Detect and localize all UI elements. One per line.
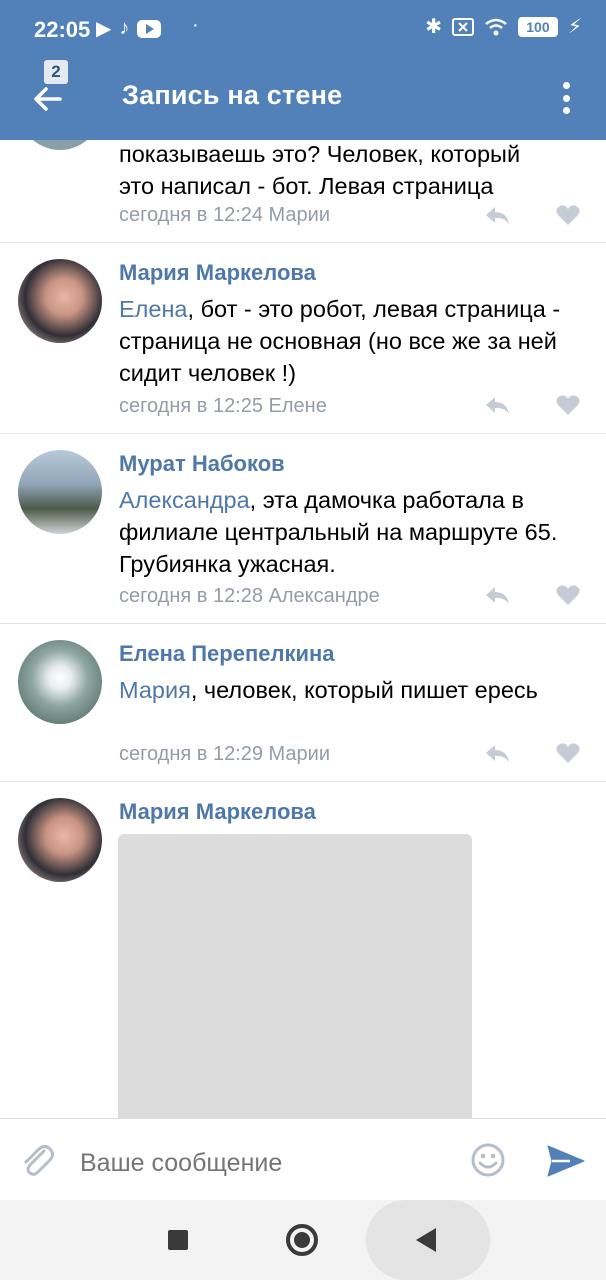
message-composer — [0, 1118, 606, 1200]
comment-item: Мария Маркелова Елена, бот - это робот, … — [0, 243, 606, 434]
reply-icon[interactable] — [483, 742, 511, 764]
back-stack-badge: 2 — [44, 60, 68, 84]
home-button[interactable] — [286, 1224, 318, 1256]
notification-icons: ▶ ♪ — [96, 16, 162, 41]
more-vertical-icon[interactable] — [556, 78, 576, 118]
bluetooth-icon: ✱ — [425, 16, 442, 38]
back-button[interactable] — [416, 1228, 436, 1252]
reply-icon[interactable] — [483, 204, 511, 226]
no-sim-icon — [451, 17, 474, 36]
avatar[interactable] — [18, 450, 102, 534]
wifi-icon — [485, 18, 507, 35]
comment-meta: сегодня в 12:24 Марии — [119, 204, 331, 226]
avatar[interactable] — [18, 259, 102, 343]
avatar[interactable] — [18, 140, 102, 150]
heart-icon[interactable] — [555, 203, 581, 227]
photo-attachment[interactable] — [118, 834, 472, 1118]
recents-button[interactable] — [168, 1230, 188, 1250]
comment-item: Мария Маркелова — [0, 782, 606, 1118]
battery-icon: 100 — [517, 16, 558, 37]
notification-dot-icon: · — [192, 14, 199, 36]
heart-icon[interactable] — [555, 393, 581, 417]
comment-meta: сегодня в 12:25 Елене — [119, 395, 327, 417]
page-title: Запись на стене — [122, 80, 343, 110]
paperclip-icon[interactable] — [20, 1141, 54, 1179]
send-icon[interactable] — [546, 1143, 586, 1179]
mention-link[interactable]: Елена — [119, 296, 188, 322]
top-bar: 22:05 ▶ ♪ · ✱ 100 ⚡ 2 Запись на стене — [0, 0, 606, 140]
smile-icon[interactable] — [470, 1142, 506, 1178]
comment-text: Александра, эта дамочка работала в филиа… — [119, 487, 558, 577]
comment-item: Мурат Набоков Александра, эта дамочка ра… — [0, 434, 606, 624]
status-time: 22:05 — [34, 17, 91, 42]
system-navigation-bar — [0, 1200, 606, 1280]
tiktok-icon: ♪ — [119, 17, 130, 39]
system-icons: ✱ 100 ⚡ — [425, 14, 582, 39]
comment-item: показываешь это? Человек, который это на… — [0, 140, 606, 243]
app-header: 2 Запись на стене — [0, 60, 606, 140]
comments-feed[interactable]: показываешь это? Человек, который это на… — [0, 140, 606, 1118]
comment-meta: сегодня в 12:29 Марии — [119, 743, 331, 765]
comment-meta: сегодня в 12:28 Александре — [119, 585, 380, 607]
comment-text: Мария, человек, который пишет ересь — [119, 677, 538, 703]
comment-text: Елена, бот - это робот, левая страница -… — [119, 296, 561, 386]
comment-item: Елена Перепелкина Мария, человек, которы… — [0, 624, 606, 782]
message-input[interactable] — [80, 1145, 450, 1181]
youtube-icon — [137, 19, 162, 38]
charging-icon: ⚡ — [567, 16, 582, 38]
comment-author[interactable]: Елена Перепелкина — [119, 641, 335, 667]
reply-icon[interactable] — [483, 584, 511, 606]
comment-text: показываешь это? Человек, который это на… — [119, 141, 521, 199]
comment-author[interactable]: Мурат Набоков — [119, 451, 285, 477]
play-icon: ▶ — [96, 18, 112, 40]
heart-icon[interactable] — [555, 741, 581, 765]
mention-link[interactable]: Мария — [119, 677, 191, 703]
comment-author[interactable]: Мария Маркелова — [119, 799, 316, 825]
comment-author[interactable]: Мария Маркелова — [119, 260, 316, 286]
status-bar: 22:05 ▶ ♪ · ✱ 100 ⚡ — [0, 0, 606, 60]
reply-icon[interactable] — [483, 394, 511, 416]
mention-link[interactable]: Александра — [119, 487, 250, 513]
avatar[interactable] — [18, 798, 102, 882]
avatar[interactable] — [18, 640, 102, 724]
heart-icon[interactable] — [555, 583, 581, 607]
